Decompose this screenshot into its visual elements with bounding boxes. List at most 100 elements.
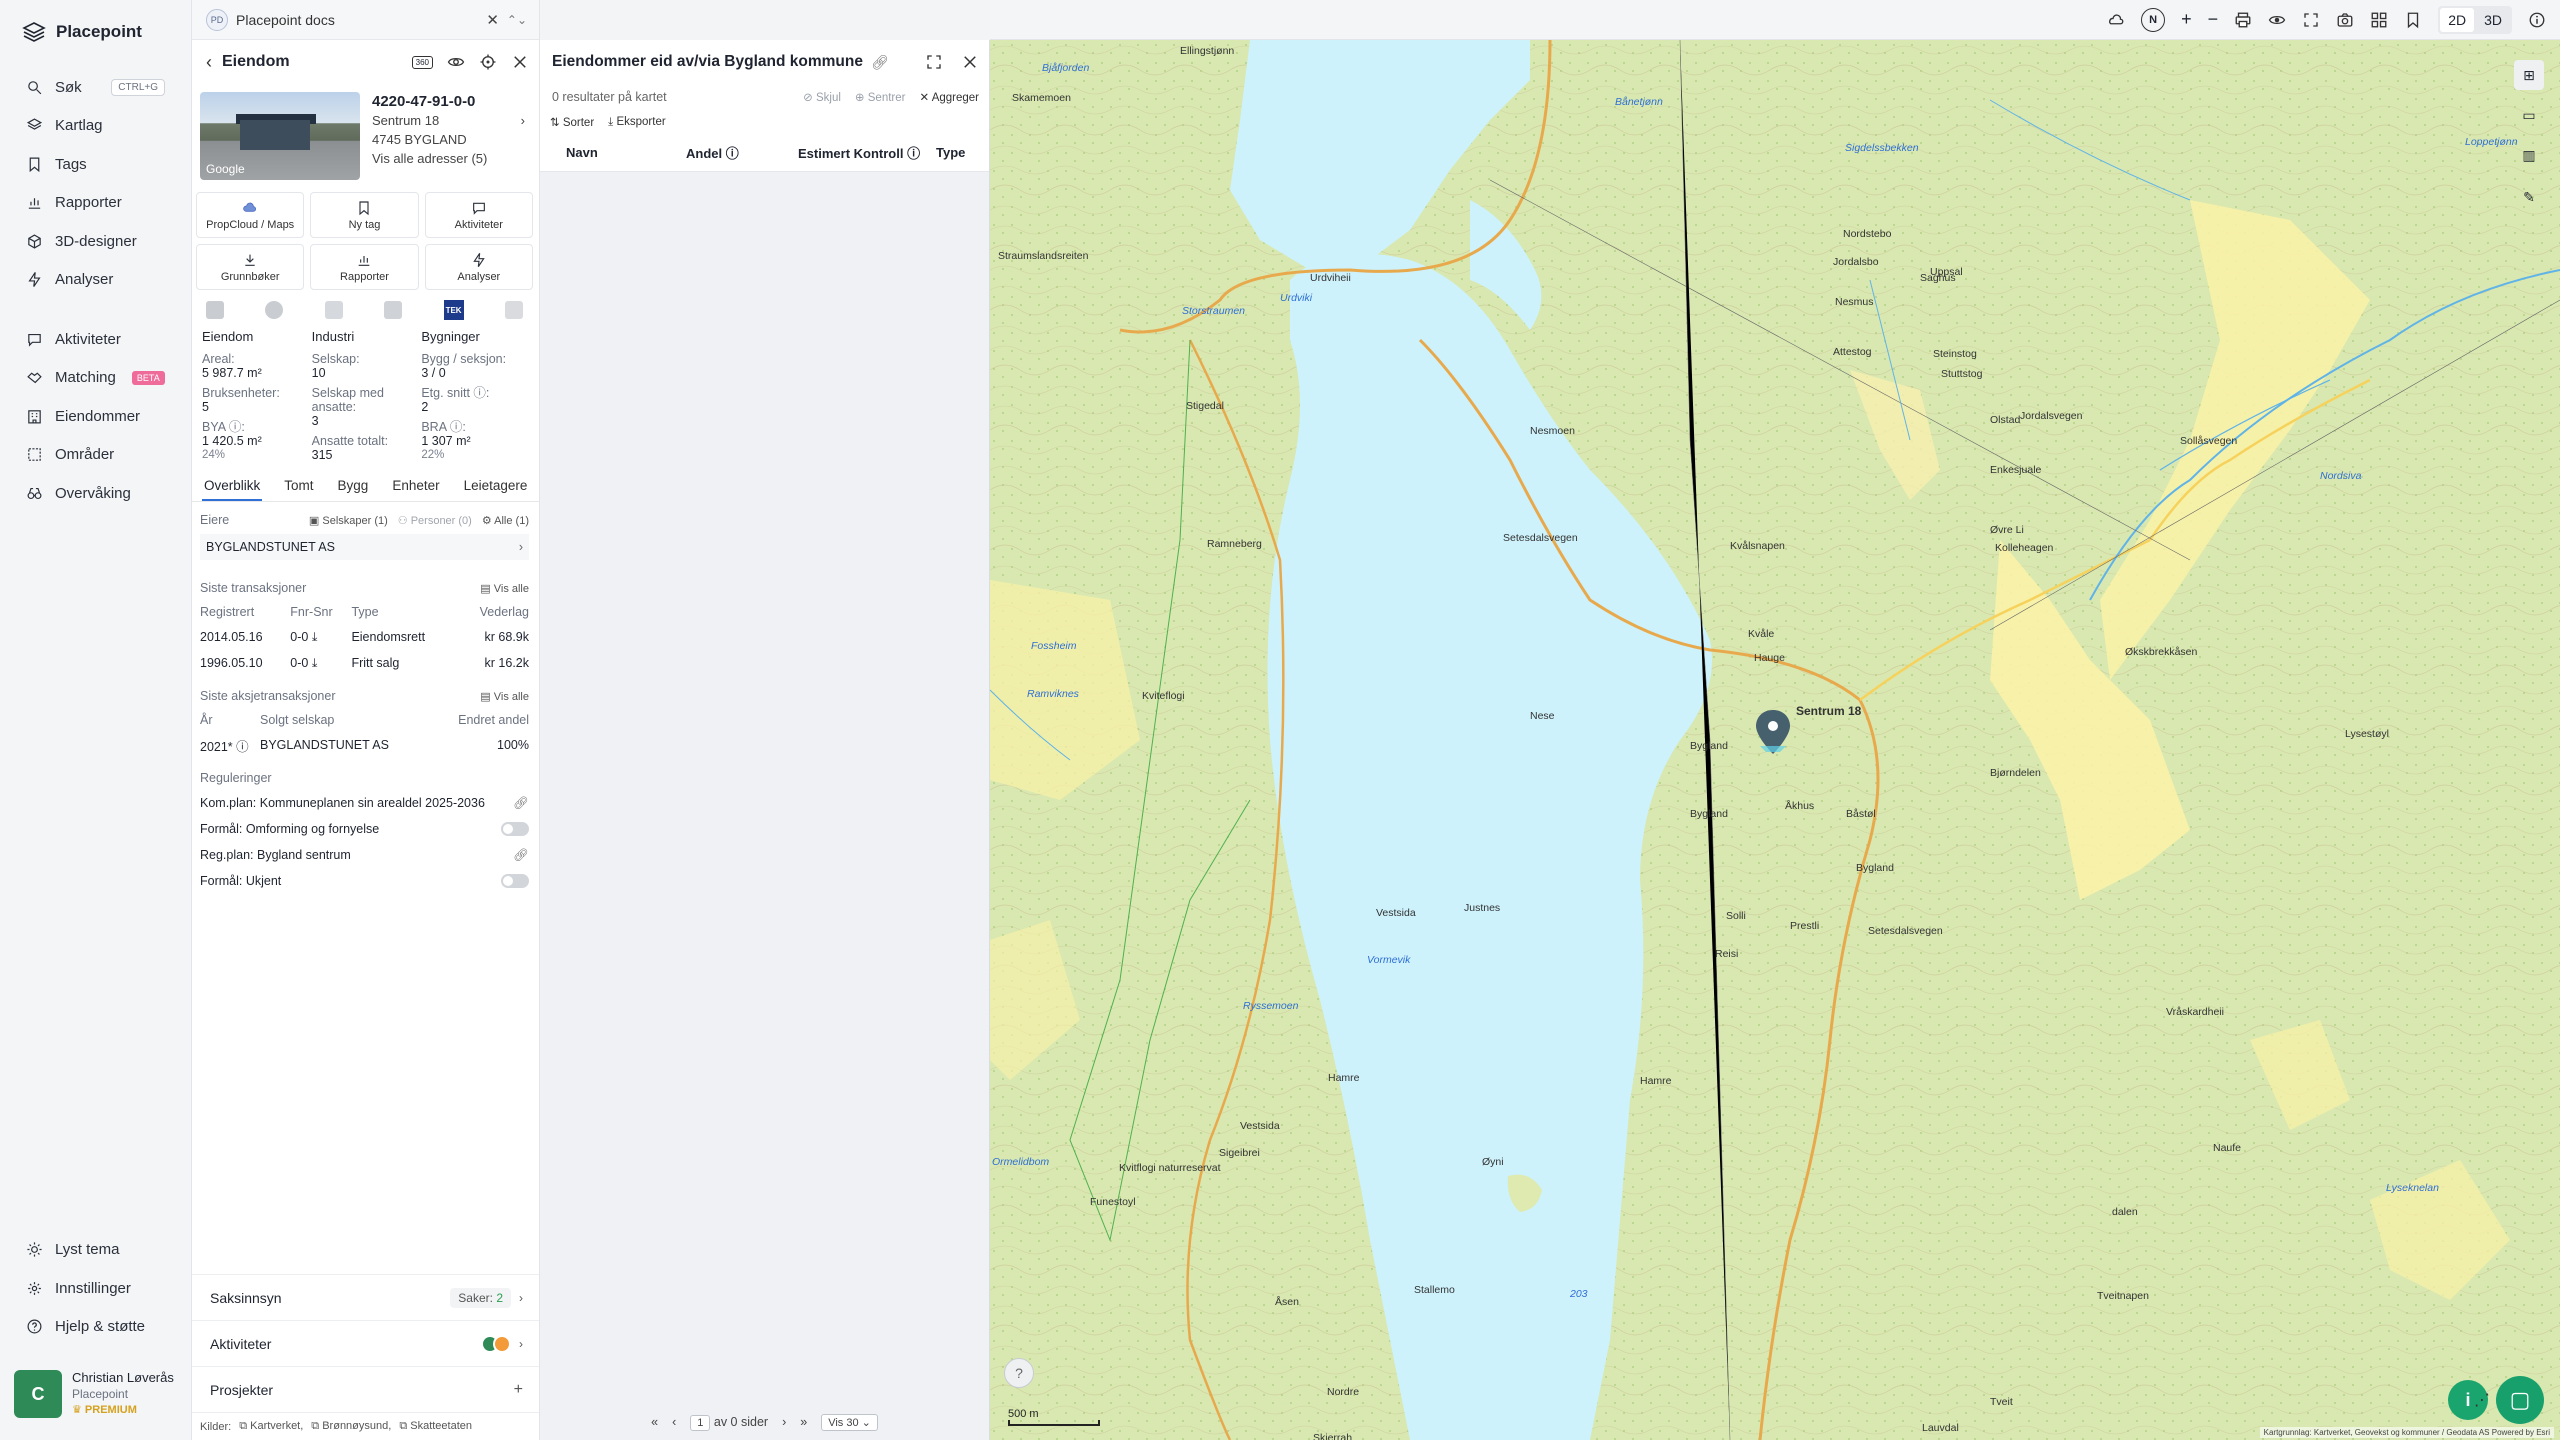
source-link[interactable]: ⧉ Skatteetaten [399, 1420, 472, 1433]
table-row[interactable]: 2014.05.16 0-0 ⤓ Eiendomsrett kr 68.9k [200, 624, 529, 650]
source-link[interactable]: ⧉ Kartverket, [239, 1420, 303, 1433]
map-canvas[interactable]: Sentrum 18 Bjåfjorden Skamemoen Ellingstjø… [990, 40, 2560, 1440]
tab-leietagere[interactable]: Leietagere [462, 478, 530, 501]
nav-item-rapporter[interactable]: Rapporter [0, 184, 191, 223]
tab-tomt[interactable]: Tomt [282, 478, 315, 501]
measure-icon[interactable]: ▭ [2514, 100, 2544, 130]
filter-companies[interactable]: ▣ Selskaper (1) [309, 514, 388, 527]
owner-row[interactable]: BYGLANDSTUNET AS › [200, 534, 529, 560]
chevron-updown-icon[interactable]: ⌃⌄ [507, 13, 527, 27]
hide-button[interactable]: ⊘ Skjul [803, 90, 841, 104]
back-arrow-icon[interactable]: ‹ [206, 52, 212, 73]
center-button[interactable]: ⊕ Sentrer [855, 90, 906, 104]
filter-all[interactable]: ⚙ Alle (1) [482, 514, 529, 527]
weather-icon[interactable] [2107, 11, 2125, 29]
nav-item-lyst-tema[interactable]: Lyst tema [0, 1231, 191, 1270]
action-aktiviteter-button[interactable]: Aktiviteter [424, 192, 533, 238]
expand-icon[interactable] [925, 53, 943, 71]
link-icon[interactable]: 🔗︎ [871, 54, 889, 71]
per-page-select[interactable]: Vis 30 ⌄ [821, 1413, 878, 1431]
zoom-out-icon[interactable]: − [2208, 9, 2219, 30]
table-row[interactable]: 2021* ⓘ BYGLANDSTUNET AS 100% [200, 732, 529, 758]
info-icon[interactable] [2528, 11, 2546, 29]
profile-chart-icon[interactable]: ▥ [2514, 140, 2544, 170]
view-2d-button[interactable]: 2D [2440, 7, 2475, 32]
plus-icon[interactable]: + [514, 1381, 523, 1399]
nav-item-analyser[interactable]: Analyser [0, 261, 191, 300]
grid-icon[interactable] [2370, 11, 2388, 29]
action-grunnbøker-button[interactable]: Grunnbøker [196, 244, 305, 290]
regulation-toggle[interactable] [501, 822, 529, 836]
all-addresses-link[interactable]: Vis alle adresser (5) [372, 149, 525, 168]
nav-item-aktiviteter[interactable]: Aktiviteter [0, 320, 191, 359]
fullscreen-icon[interactable] [2302, 11, 2320, 29]
export-button[interactable]: ⤓ Eksporter [608, 116, 666, 129]
first-page-icon[interactable]: « [651, 1415, 658, 1429]
factory-icon[interactable] [324, 301, 343, 319]
nav-item-hjelp-støtte[interactable]: Hjelp & støtte [0, 1308, 191, 1347]
action-propcloud-maps-button[interactable]: PropCloud / Maps [196, 192, 305, 238]
col-header[interactable]: Navn [566, 145, 686, 160]
nav-item-områder[interactable]: Områder [0, 436, 191, 475]
chevron-right-icon[interactable]: › [521, 111, 525, 130]
nav-item-eiendommer[interactable]: Eiendommer [0, 397, 191, 436]
col-header[interactable]: Estimert Kontroll ⓘ [798, 143, 936, 162]
house-icon[interactable] [504, 301, 523, 319]
globe-icon[interactable] [265, 301, 284, 319]
nav-item-3d-designer[interactable]: 3D-designer [0, 222, 191, 261]
nav-item-kartlag[interactable]: Kartlag [0, 107, 191, 146]
close-icon[interactable] [961, 53, 979, 71]
page-input[interactable]: 1 [690, 1415, 711, 1431]
user-profile[interactable]: C Christian Løverås Placepoint ♛ PREMIUM [14, 1364, 180, 1424]
tab-bygg[interactable]: Bygg [336, 478, 371, 501]
camera-icon[interactable] [2336, 11, 2354, 29]
col-header[interactable]: Type [936, 145, 965, 160]
draw-icon[interactable]: ✎ [2514, 182, 2544, 212]
tek-badge-icon[interactable]: TEK [443, 300, 464, 320]
view-all-share-tx[interactable]: ▤ Vis alle [480, 690, 529, 703]
source-link[interactable]: ⧉ Brønnøysund, [311, 1420, 391, 1433]
nav-item-innstillinger[interactable]: Innstillinger [0, 1269, 191, 1308]
print-icon[interactable] [2234, 11, 2252, 29]
filter-persons[interactable]: ⚇ Personer (0) [398, 514, 472, 527]
help-icon[interactable]: ? [1004, 1358, 1034, 1388]
chat-fab-icon[interactable]: ▢ [2496, 1376, 2544, 1424]
zoom-in-icon[interactable]: + [2181, 9, 2192, 30]
street-view-thumbnail[interactable]: Google [200, 92, 360, 180]
view-3d-button[interactable]: 3D [2476, 8, 2510, 32]
regulation-toggle[interactable] [501, 874, 529, 888]
close-icon[interactable]: ✕ [486, 11, 499, 29]
sort-button[interactable]: ⇅ Sorter [550, 115, 594, 129]
nav-item-tags[interactable]: Tags [0, 145, 191, 184]
view-all-transactions[interactable]: ▤ Vis alle [480, 582, 529, 595]
crosshair-icon[interactable] [479, 53, 497, 71]
panorama-360-icon[interactable]: 360 [411, 55, 433, 69]
compass-north-icon[interactable]: N [2141, 7, 2166, 32]
nav-item-overvåking[interactable]: Overvåking [0, 474, 191, 513]
brand[interactable]: Placepoint [0, 0, 191, 64]
next-page-icon[interactable]: › [782, 1415, 786, 1429]
action-ny-tag-button[interactable]: Ny tag [310, 192, 419, 238]
eye-icon[interactable] [2268, 11, 2286, 29]
action-rapporter-button[interactable]: Rapporter [310, 244, 419, 290]
bookmark-icon[interactable] [2404, 11, 2422, 29]
tab-enheter[interactable]: Enheter [390, 478, 441, 501]
bruksenhet-icon[interactable] [206, 301, 224, 319]
nav-item-søk[interactable]: Søk CTRL+G [0, 68, 191, 107]
layers-control-icon[interactable]: ⊞ [2514, 60, 2544, 90]
prosjekter-row[interactable]: Prosjekter + [192, 1366, 539, 1412]
aktiviteter-row[interactable]: Aktiviteter › [192, 1320, 539, 1366]
tab-overblikk[interactable]: Overblikk [202, 478, 263, 501]
prev-page-icon[interactable]: ‹ [672, 1415, 676, 1429]
eye-icon[interactable] [447, 53, 465, 71]
table-row[interactable]: 1996.05.10 0-0 ⤓ Fritt salg kr 16.2k [200, 650, 529, 676]
drag-handle-icon[interactable]: ⋰ [2474, 1390, 2490, 1410]
bars-icon[interactable] [384, 301, 403, 319]
nav-item-matching[interactable]: Matching BETA [0, 359, 191, 398]
docs-title[interactable]: Placepoint docs [236, 12, 335, 28]
saksinnsyn-row[interactable]: Saksinnsyn Saker: 2 › [192, 1274, 539, 1320]
col-header[interactable]: Andel ⓘ [686, 143, 798, 162]
action-analyser-button[interactable]: Analyser [424, 244, 533, 290]
close-icon[interactable] [511, 53, 529, 71]
link-icon[interactable]: 🔗︎ [513, 796, 529, 811]
